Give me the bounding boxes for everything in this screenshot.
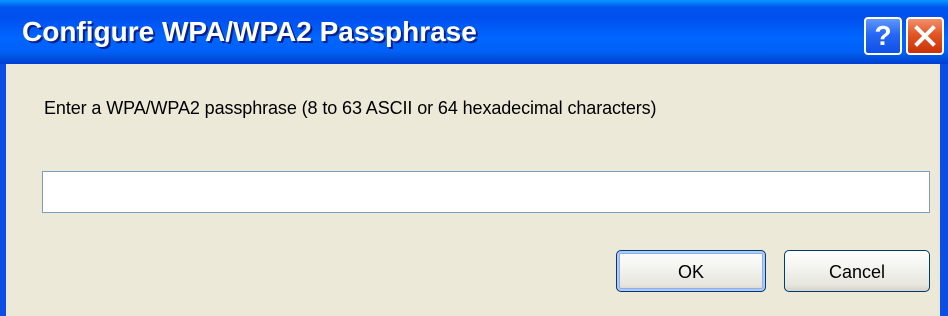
- ok-button[interactable]: OK: [616, 250, 766, 292]
- dialog-title: Configure WPA/WPA2 Passphrase: [22, 16, 477, 47]
- title-bar[interactable]: Configure WPA/WPA2 Passphrase ?: [0, 0, 948, 64]
- passphrase-dialog: Configure WPA/WPA2 Passphrase ? Enter a …: [0, 0, 948, 316]
- passphrase-input[interactable]: [42, 171, 930, 213]
- window-frame-left: [0, 64, 6, 316]
- close-button[interactable]: [906, 17, 944, 55]
- cancel-button[interactable]: Cancel: [784, 250, 930, 292]
- help-button[interactable]: ?: [864, 17, 902, 55]
- window-frame-right: [940, 64, 948, 316]
- close-icon: [914, 25, 936, 47]
- passphrase-prompt: Enter a WPA/WPA2 passphrase (8 to 63 ASC…: [44, 98, 657, 118]
